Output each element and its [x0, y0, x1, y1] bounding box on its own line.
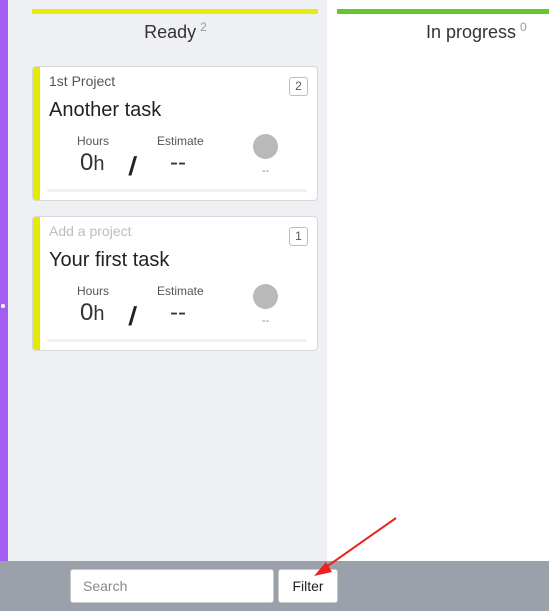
- hours-estimate-separator: /: [127, 151, 138, 181]
- hours-unit: h: [93, 153, 105, 175]
- hours-label: Hours: [77, 134, 110, 148]
- assignee-avatar[interactable]: [253, 134, 278, 159]
- card-project[interactable]: 1st Project: [49, 73, 115, 89]
- card-progress-track: [47, 339, 307, 342]
- card-project-placeholder[interactable]: Add a project: [49, 223, 132, 239]
- estimate-value[interactable]: --: [170, 299, 186, 327]
- column-in-progress: In progress 0: [327, 0, 549, 561]
- hours-number: 0: [80, 299, 94, 326]
- card-title[interactable]: Your first task: [49, 249, 169, 272]
- hours-label: Hours: [77, 284, 110, 298]
- card-progress-track: [47, 189, 307, 192]
- hours-estimate-separator: /: [127, 301, 138, 331]
- card-number-badge: 1: [289, 227, 308, 246]
- filter-button[interactable]: Filter: [278, 569, 338, 603]
- column-title: Ready: [144, 22, 197, 42]
- card-number-badge: 2: [289, 77, 308, 96]
- card-accent-bar: [33, 217, 40, 350]
- assignee-name: --: [261, 165, 270, 177]
- hours-value[interactable]: 0h: [80, 149, 104, 177]
- card-title[interactable]: Another task: [49, 99, 161, 122]
- bottom-toolbar: Filter: [0, 561, 549, 611]
- estimate-label: Estimate: [157, 284, 204, 298]
- column-color-bar: [337, 9, 549, 14]
- estimate-label: Estimate: [157, 134, 204, 148]
- kanban-app: Ready 2 1st Project Another task 2 Hours …: [0, 0, 549, 611]
- search-input[interactable]: [70, 569, 274, 603]
- estimate-value[interactable]: --: [170, 149, 186, 177]
- hours-value[interactable]: 0h: [80, 299, 104, 327]
- assignee-name: --: [261, 315, 270, 327]
- column-header[interactable]: In progress 0: [426, 20, 527, 43]
- card-accent-bar: [33, 67, 40, 200]
- assignee-avatar[interactable]: [253, 284, 278, 309]
- hours-unit: h: [93, 303, 105, 325]
- hours-number: 0: [80, 149, 94, 176]
- task-card[interactable]: 1st Project Another task 2 Hours Estimat…: [32, 66, 318, 201]
- column-header[interactable]: Ready 2: [24, 20, 327, 43]
- column-color-bar: [32, 9, 318, 14]
- column-title: In progress: [426, 22, 517, 42]
- task-card[interactable]: Add a project Your first task 1 Hours Es…: [32, 216, 318, 351]
- column-count: 2: [200, 20, 207, 34]
- column-ready: Ready 2 1st Project Another task 2 Hours …: [24, 0, 327, 561]
- column-count: 0: [520, 20, 527, 34]
